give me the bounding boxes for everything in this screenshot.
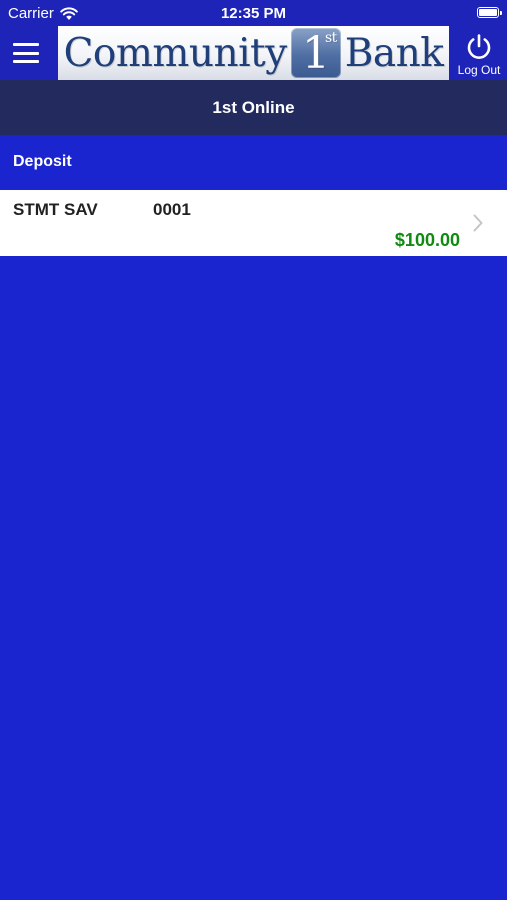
chevron-right-icon [473, 214, 483, 232]
logo-word-bank: Bank [344, 30, 444, 76]
page-title-bar: 1st Online [0, 80, 507, 135]
section-header-deposit: Deposit [0, 135, 507, 190]
hamburger-menu-icon [13, 43, 39, 63]
account-name: STMT SAV [13, 200, 98, 219]
bank-logo: Community 1 st Bank [58, 26, 449, 80]
clock: 12:35 PM [220, 5, 287, 22]
logout-label: Log Out [457, 63, 501, 77]
logo-badge-suffix: st [324, 30, 337, 46]
section-label: Deposit [13, 153, 72, 170]
logo-badge: 1 st [290, 28, 341, 78]
app-header: Community 1 st Bank Log Out [0, 26, 507, 80]
power-icon [467, 34, 491, 59]
account-balance: $100.00 [394, 230, 460, 250]
logout-button[interactable]: Log Out [451, 26, 507, 80]
page-title: 1st Online [212, 97, 295, 117]
logo-wordmark: Community 1 st Bank [64, 28, 444, 78]
menu-button[interactable] [0, 26, 52, 80]
account-number: 0001 [153, 200, 191, 219]
status-bar: Carrier 12:35 PM [0, 0, 507, 26]
battery-icon [477, 7, 502, 18]
account-row[interactable]: STMT SAV 0001 $100.00 [0, 190, 507, 256]
logo-word-community: Community [63, 30, 288, 76]
